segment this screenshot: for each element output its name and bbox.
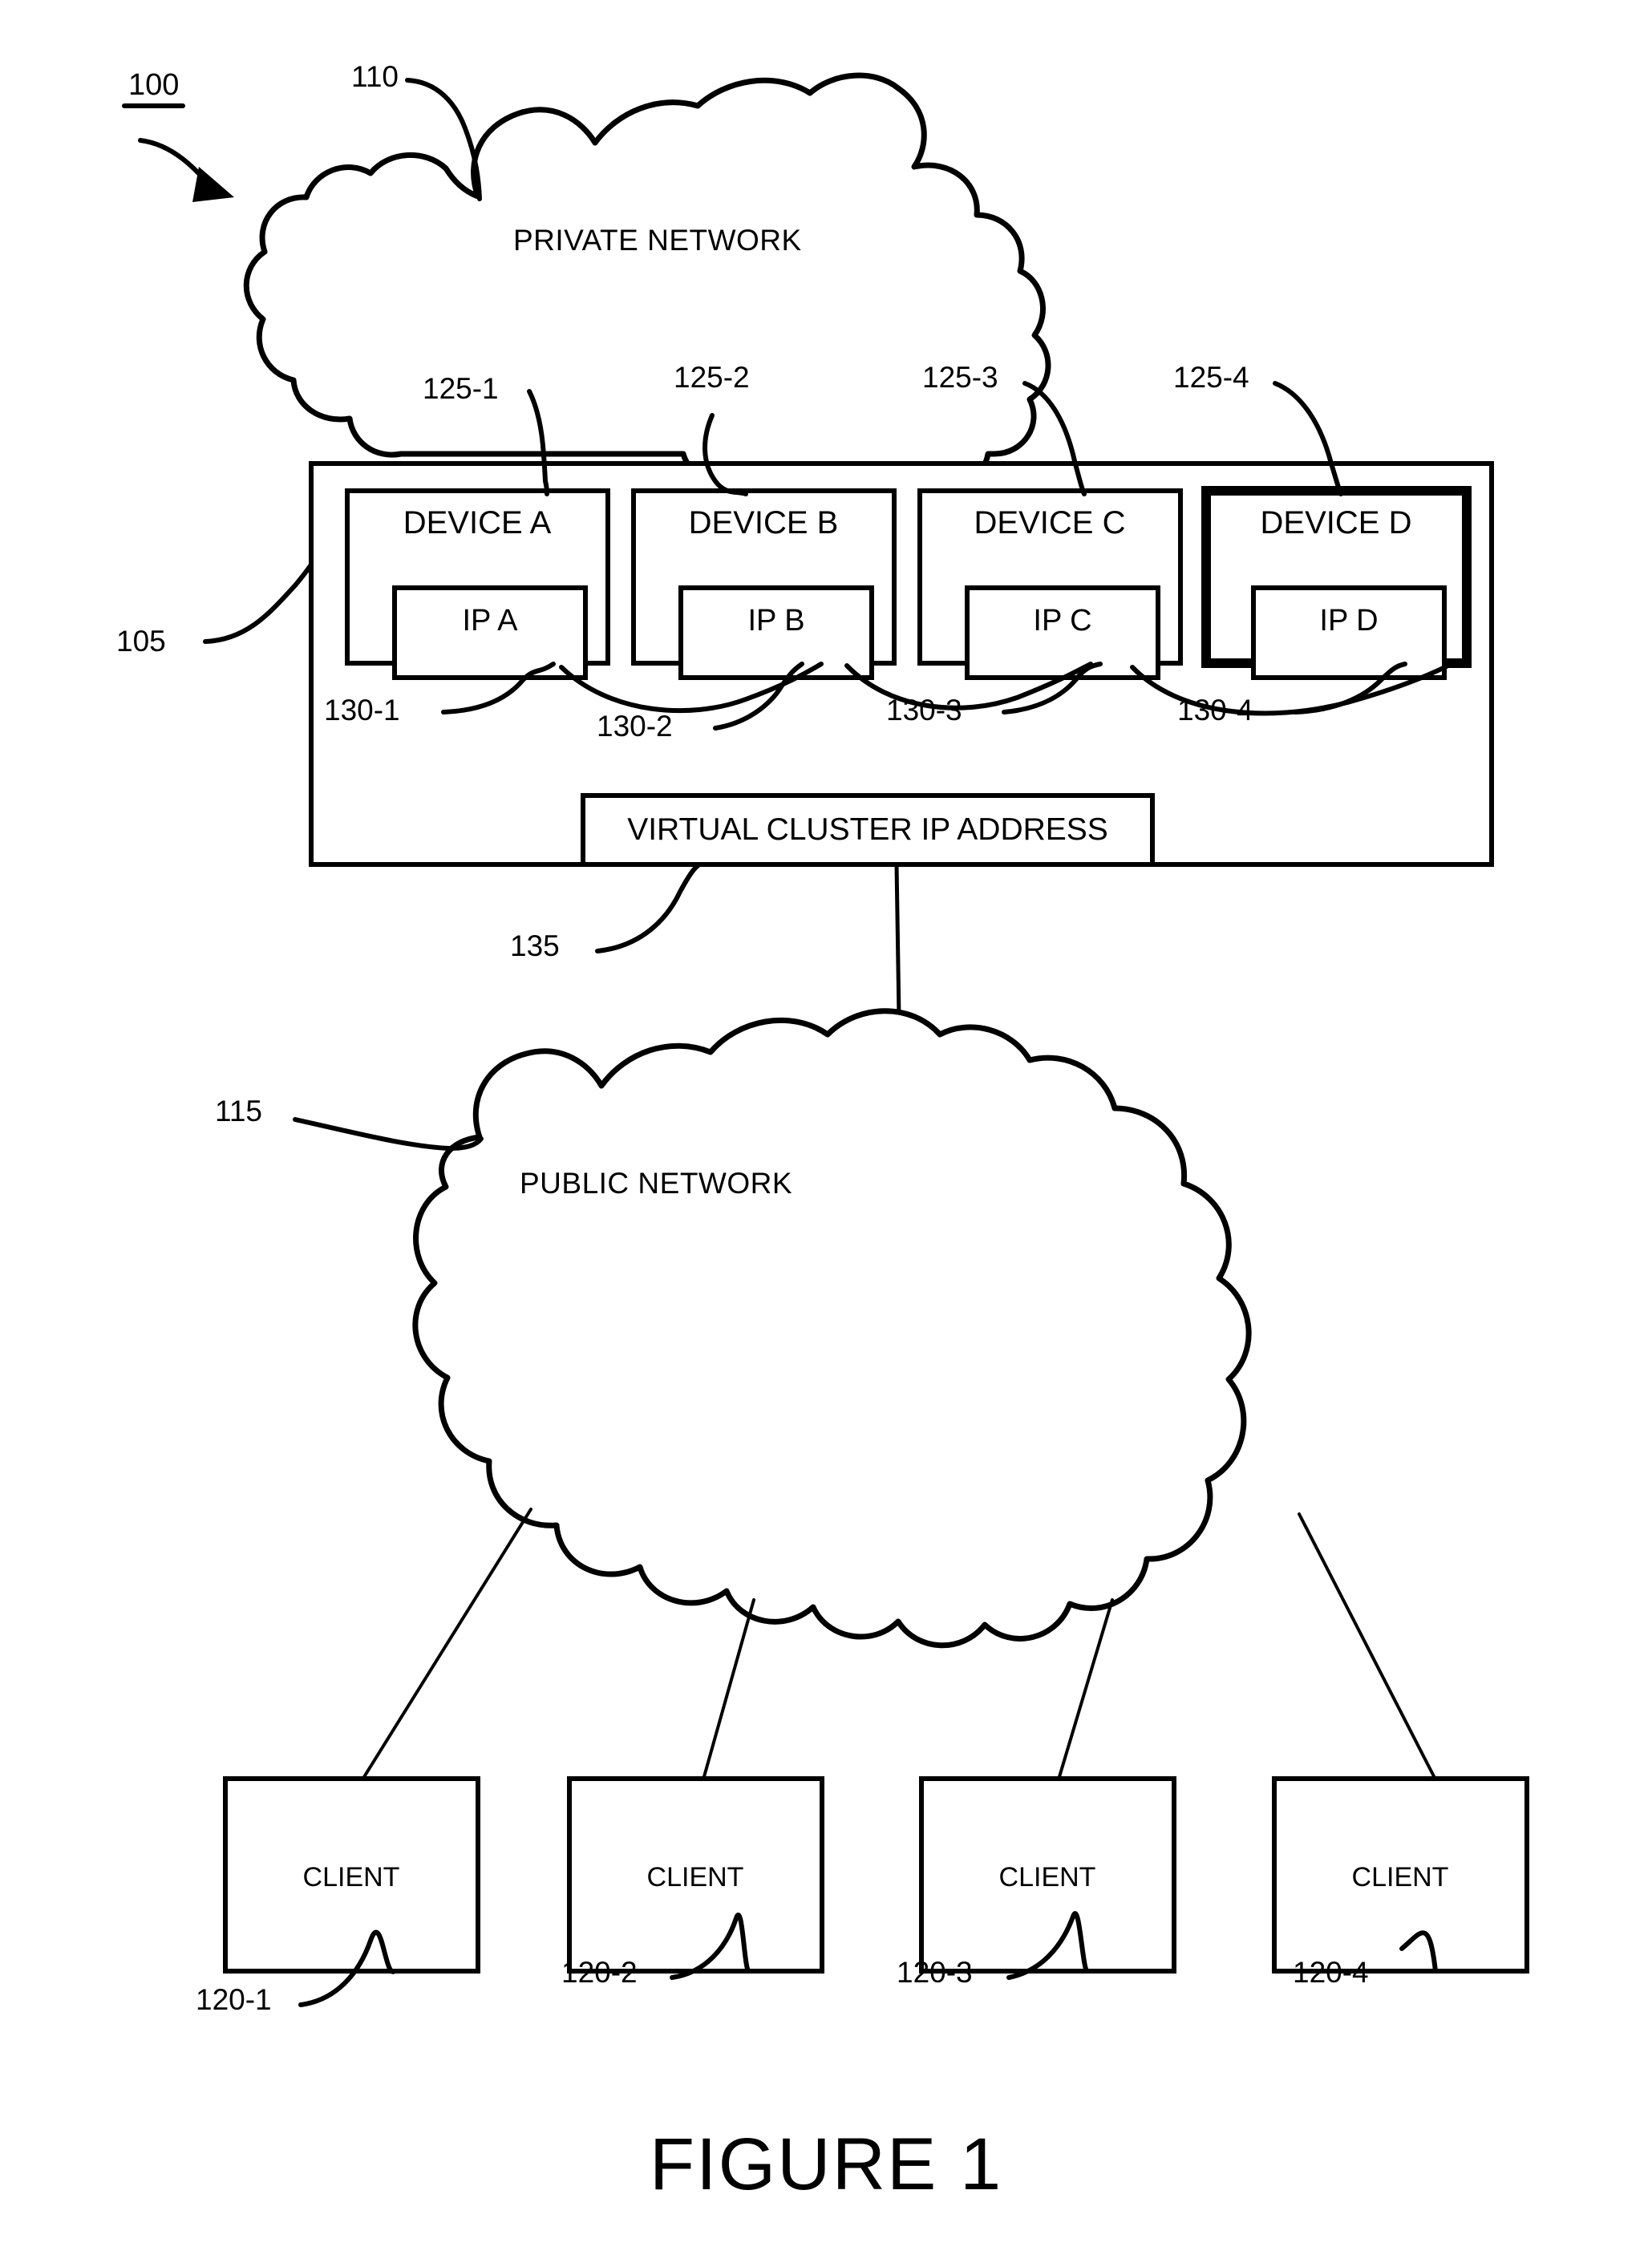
ref-label-120-2: 120-2 — [561, 1956, 638, 1989]
public-to-client-2-link — [702, 1598, 755, 1781]
public-to-client-1-link — [361, 1508, 532, 1781]
device-a-label: DEVICE A — [403, 505, 552, 540]
client-2-group[interactable]: CLIENT — [567, 1776, 824, 1974]
device-b-ip-label: IP B — [747, 604, 804, 638]
ref-label-125-1: 125-1 — [423, 372, 499, 405]
device-b-group[interactable]: DEVICE B IP B — [631, 488, 897, 680]
virtual-cluster-ip-group[interactable]: VIRTUAL CLUSTER IP ADDRESS — [581, 793, 1155, 867]
ref-label-125-4: 125-4 — [1173, 361, 1249, 394]
system-ref-100-group: 100 — [122, 68, 234, 202]
device-c-group[interactable]: DEVICE C IP C — [917, 488, 1183, 680]
client-4-group[interactable]: CLIENT — [1272, 1776, 1529, 1974]
ref-label-120-4: 120-4 — [1293, 1956, 1369, 1989]
ref-105-group: 105 — [116, 562, 314, 658]
virtual-cluster-ip-label: VIRTUAL CLUSTER IP ADDRESS — [627, 812, 1108, 847]
patent-figure-page: 100 PRIVATE NETWORK 110 105 DEVICE A IP … — [0, 0, 1652, 2259]
ref-label-105: 105 — [116, 625, 166, 658]
device-a-ip-label: IP A — [462, 604, 518, 638]
ref-label-110: 110 — [351, 60, 399, 93]
client-1-group[interactable]: CLIENT — [223, 1776, 480, 1974]
public-to-client-3-link — [1057, 1598, 1114, 1781]
client-3-group[interactable]: CLIENT — [919, 1776, 1176, 1974]
ref-label-130-1: 130-1 — [324, 694, 400, 727]
client-2-label: CLIENT — [647, 1862, 744, 1893]
ref-label-130-2: 130-2 — [597, 710, 673, 743]
private-network-cloud-group: PRIVATE NETWORK — [243, 72, 1051, 510]
client-1-label: CLIENT — [303, 1862, 400, 1893]
device-d-group[interactable]: DEVICE D IP D — [1201, 486, 1472, 680]
private-network-cloud-shape — [243, 72, 1051, 510]
ref-label-135: 135 — [510, 929, 560, 962]
figure-caption: FIGURE 1 — [650, 2123, 1002, 2205]
ref-100-arrowhead — [192, 167, 234, 202]
device-d-label: DEVICE D — [1261, 505, 1412, 540]
ref-label-120-3: 120-3 — [897, 1956, 973, 1989]
private-network-label: PRIVATE NETWORK — [513, 224, 802, 257]
ref-label-120-1: 120-1 — [196, 1983, 272, 2016]
public-network-label: PUBLIC NETWORK — [520, 1167, 792, 1200]
device-c-ip-label: IP C — [1033, 604, 1091, 638]
network-architecture-diagram: 100 PRIVATE NETWORK 110 105 DEVICE A IP … — [116, 60, 1529, 2205]
ref-label-100: 100 — [128, 68, 179, 102]
ref-135-leader-line — [595, 862, 702, 953]
client-4-label: CLIENT — [1352, 1862, 1449, 1893]
public-network-cloud-shape — [412, 1008, 1252, 1649]
public-network-cloud-group: PUBLIC NETWORK — [412, 1008, 1252, 1649]
ref-label-125-3: 125-3 — [922, 361, 998, 394]
device-d-ip-label: IP D — [1319, 604, 1378, 638]
ref-115-group: 115 — [215, 1095, 484, 1152]
public-to-client-4-link — [1298, 1512, 1437, 1781]
ref-105-leader-line — [203, 562, 314, 644]
ref-label-125-2: 125-2 — [674, 361, 750, 394]
client-3-label: CLIENT — [999, 1862, 1096, 1893]
device-b-label: DEVICE B — [689, 505, 839, 540]
ref-label-115: 115 — [215, 1095, 262, 1127]
device-c-label: DEVICE C — [974, 505, 1126, 540]
device-a-group[interactable]: DEVICE A IP A — [345, 488, 610, 680]
ref-135-group: 135 — [510, 862, 702, 962]
